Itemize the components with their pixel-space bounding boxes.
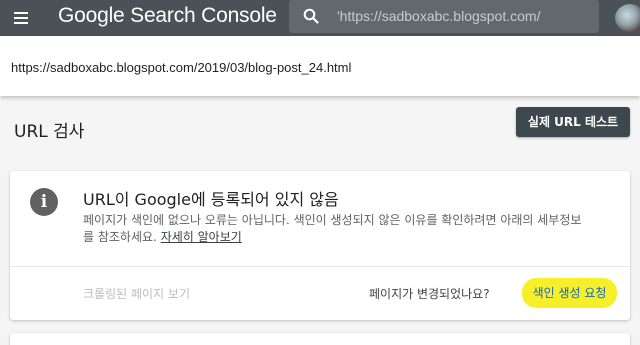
learn-more-link[interactable]: 자세히 알아보기 [161,230,242,244]
view-crawled-page-button: 크롤링된 페이지 보기 [83,287,190,301]
inspected-url-bar: https://sadboxabc.blogspot.com/2019/03/b… [0,36,640,96]
status-title: URL이 Google에 등록되어 있지 않음 [83,190,339,209]
search-icon [303,8,319,24]
avatar[interactable] [615,4,640,32]
status-description-text: 페이지가 색인에 없으나 오류는 아닙니다. 색인이 생성되지 않은 이유를 확… [83,213,582,244]
request-indexing-button[interactable]: 색인 생성 요청 [522,278,617,308]
page-changed-question: 페이지가 변경되었나요? [369,287,490,301]
divider [10,266,630,267]
inspected-url[interactable]: https://sadboxabc.blogspot.com/2019/03/b… [11,60,351,75]
top-app-bar: Google Search Console 'https://sadboxabc… [0,0,640,36]
status-card: i URL이 Google에 등록되어 있지 않음 페이지가 색인에 없으나 오… [10,171,630,320]
search-box[interactable]: 'https://sadboxabc.blogspot.com/ [289,0,599,33]
status-description: 페이지가 색인에 없으나 오류는 아닙니다. 색인이 생성되지 않은 이유를 확… [83,212,583,246]
details-card [10,333,630,345]
search-input[interactable]: 'https://sadboxabc.blogspot.com/ [337,8,540,24]
live-test-button[interactable]: 실제 URL 테스트 [516,107,630,137]
page-title: URL 검사 [14,122,85,142]
menu-icon[interactable] [8,6,34,30]
info-icon: i [30,188,58,216]
app-title: Google Search Console [58,4,277,27]
